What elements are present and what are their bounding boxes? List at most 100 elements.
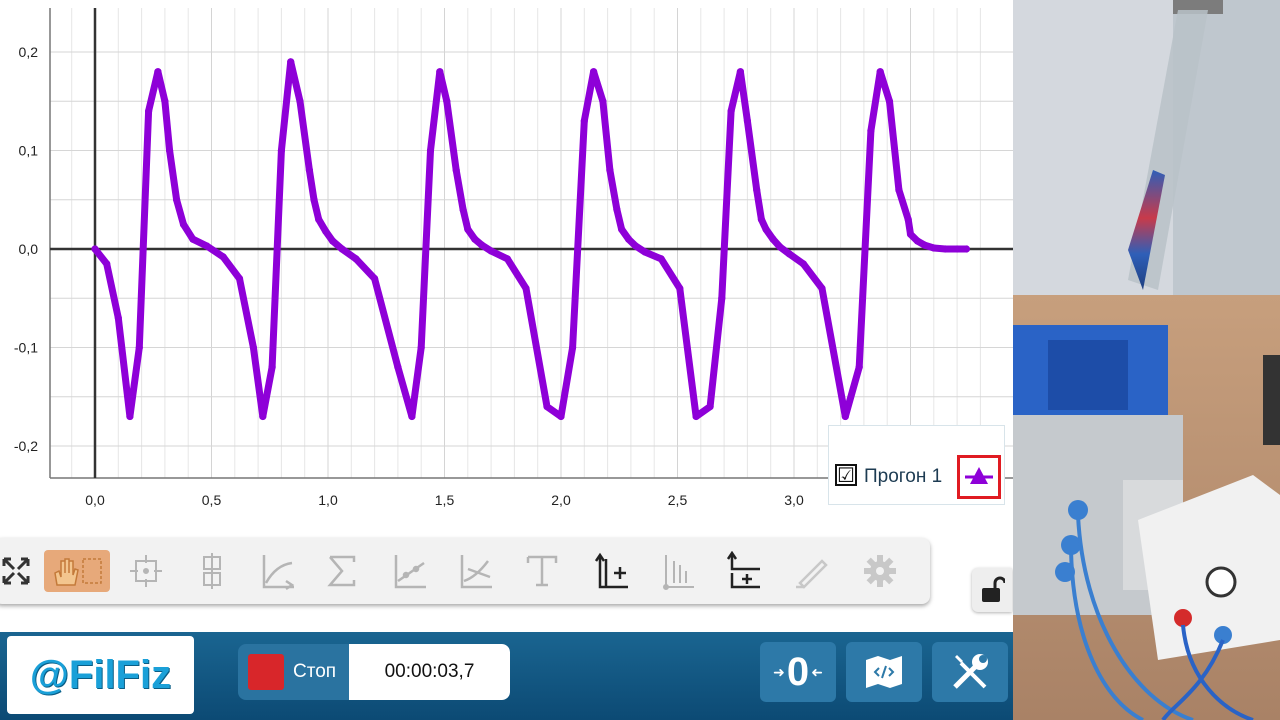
- data-point: [885, 97, 894, 105]
- experiment-camera-view: [1013, 0, 1280, 720]
- unlock-icon: [982, 576, 1005, 602]
- data-point: [580, 117, 588, 125]
- x-tick-label: 2,0: [551, 492, 571, 508]
- data-point: [557, 412, 565, 421]
- graph-toolbar: [0, 538, 930, 604]
- data-point: [776, 243, 784, 251]
- data-point: [459, 206, 467, 214]
- data-point: [277, 146, 285, 155]
- data-point: [408, 412, 416, 421]
- data-point: [305, 166, 313, 174]
- add-y-axis-icon[interactable]: [590, 550, 634, 592]
- data-point: [322, 227, 330, 235]
- legend: ☑ Прогон 1: [828, 425, 1005, 505]
- slope-icon[interactable]: [388, 550, 432, 592]
- data-point: [818, 284, 826, 292]
- wrench-screwdriver-icon: [953, 654, 988, 689]
- data-point: [203, 242, 211, 250]
- data-point: [727, 107, 735, 115]
- gear-icon[interactable]: [858, 550, 902, 592]
- hand-select-icon[interactable]: [44, 550, 110, 592]
- center-icon[interactable]: [124, 550, 168, 592]
- data-point: [259, 412, 267, 421]
- x-tick-label: 0,0: [85, 492, 105, 508]
- zero-sensor-button[interactable]: ➜ 0 ➜: [760, 642, 836, 702]
- data-point: [606, 166, 614, 174]
- triangle-marker-icon: [965, 467, 993, 484]
- code-map-icon: [866, 656, 902, 688]
- data-point: [443, 97, 451, 105]
- arrow-left-icon: ➜: [811, 663, 823, 680]
- data-point: [417, 343, 425, 352]
- pen-icon[interactable]: [790, 550, 834, 592]
- data-point: [189, 235, 197, 243]
- data-point: [913, 237, 922, 245]
- data-point: [841, 412, 849, 421]
- data-point: [179, 220, 188, 228]
- tools-button[interactable]: [932, 642, 1008, 702]
- y-tick-label: 0,2: [19, 44, 39, 60]
- bottom-control-bar: @FilFiz Стоп 00:00:03,7 ➜ 0 ➜: [0, 632, 1013, 720]
- x-tick-label: 1,0: [318, 492, 338, 508]
- pasco-capstone-app: 0,0 0,5 1,0 1,5 2,0 2,5 3,0 0,2 0,1 0,0 -0,1 -0,2 ☑…: [0, 0, 1013, 720]
- arrow-right-icon: ➜: [773, 663, 785, 680]
- data-point: [718, 294, 726, 302]
- data-point: [487, 247, 495, 255]
- data-point: [962, 245, 971, 253]
- data-point: [249, 343, 257, 352]
- data-point: [543, 403, 551, 411]
- data-point: [173, 196, 181, 204]
- y-tick-label: 0,0: [19, 241, 39, 257]
- data-point: [769, 235, 777, 243]
- stop-icon: [248, 654, 284, 690]
- data-point: [135, 343, 143, 352]
- data-point: [91, 245, 99, 253]
- data-point: [743, 117, 752, 125]
- legend-run-label: Прогон 1: [864, 466, 943, 487]
- data-point: [632, 242, 640, 250]
- data-point: [762, 225, 770, 233]
- sigma-icon[interactable]: [320, 550, 364, 592]
- data-point: [657, 255, 665, 263]
- lock-button[interactable]: [972, 568, 1012, 612]
- data-point: [522, 284, 530, 292]
- stop-button[interactable]: Стоп: [238, 644, 348, 700]
- data-point: [296, 97, 304, 105]
- data-point: [103, 260, 111, 268]
- data-point: [329, 237, 337, 245]
- data-point: [785, 250, 793, 258]
- series-marker-button[interactable]: [957, 455, 1001, 499]
- data-point: [394, 363, 402, 371]
- run-checkbox[interactable]: ☑: [835, 464, 857, 486]
- text-icon[interactable]: [520, 550, 564, 592]
- data-point: [941, 245, 950, 253]
- x-tick-label: 0,5: [202, 492, 222, 508]
- data-point: [953, 245, 961, 253]
- data-point: [166, 146, 174, 155]
- data-point: [753, 186, 761, 194]
- y-tick-label: -0,1: [14, 340, 38, 356]
- fit-icon[interactable]: [190, 550, 234, 592]
- data-point: [930, 244, 938, 252]
- tangent-icon[interactable]: [454, 550, 498, 592]
- data-point: [906, 230, 915, 238]
- data-point: [287, 58, 295, 66]
- code-button[interactable]: [846, 642, 922, 702]
- data-point: [799, 260, 807, 268]
- add-x-data-icon[interactable]: [656, 550, 700, 592]
- fullscreen-icon[interactable]: [0, 550, 38, 592]
- channel-watermark: @FilFiz: [7, 636, 194, 714]
- data-point: [613, 206, 621, 214]
- curve-fit-icon[interactable]: [256, 550, 300, 592]
- data-point: [478, 241, 486, 249]
- data-point: [692, 412, 700, 421]
- data-point: [569, 343, 577, 352]
- data-point: [757, 215, 766, 223]
- add-plot-icon[interactable]: [722, 550, 766, 592]
- data-point: [590, 68, 598, 76]
- zero-label: 0: [786, 649, 810, 694]
- elapsed-time: 00:00:03,7: [349, 644, 510, 700]
- y-tick-label: 0,1: [19, 143, 39, 159]
- y-tick-label: -0,2: [14, 438, 38, 454]
- data-point: [161, 97, 169, 105]
